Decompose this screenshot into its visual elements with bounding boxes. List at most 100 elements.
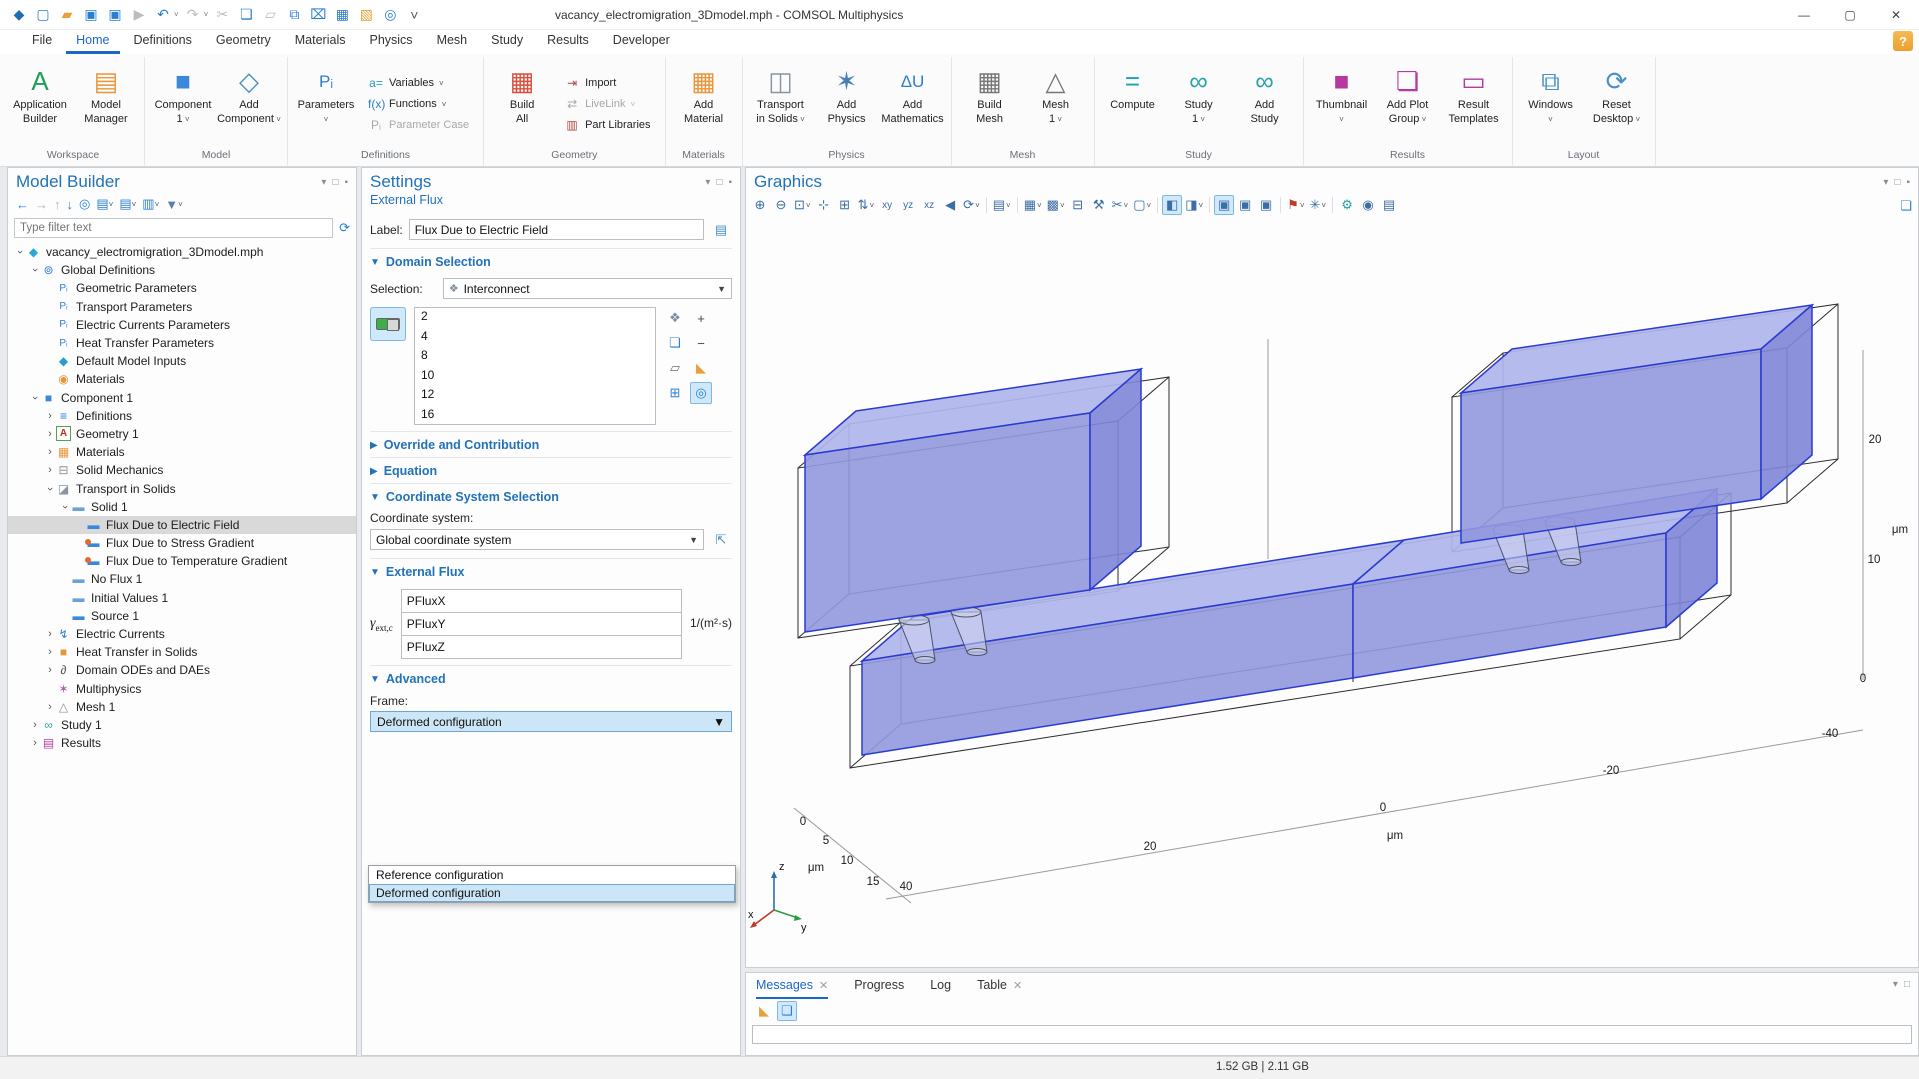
pan-button[interactable]: ⊹ <box>814 195 834 215</box>
tree-item-results[interactable]: ›▤Results <box>8 734 356 752</box>
active-toggle-button[interactable] <box>370 307 406 341</box>
add-component-button[interactable]: ◇AddComponent ˅ <box>217 59 281 149</box>
domain-list-item[interactable]: 8 <box>415 347 655 367</box>
zoom-out-button[interactable]: ⊖ <box>771 195 791 215</box>
flux-z-input[interactable] <box>401 635 682 659</box>
filter-button[interactable]: ▼˅ <box>163 196 185 213</box>
tab-log[interactable]: Log <box>930 973 951 999</box>
expand-arrow-icon[interactable]: › <box>29 392 41 404</box>
expand-arrow-icon[interactable]: › <box>14 246 26 258</box>
copy-selection-button[interactable]: ❏ <box>664 332 686 354</box>
collapse-all-button[interactable]: ▤˅ <box>94 195 115 213</box>
select-button[interactable]: ▢˅ <box>1131 195 1153 215</box>
go-to-yz-view-button[interactable]: yz <box>898 195 918 215</box>
move-up-button[interactable]: ↑ <box>52 196 63 213</box>
domain-selection-header[interactable]: ▼ Domain Selection <box>370 248 732 274</box>
domain-list-item[interactable]: 4 <box>415 328 655 348</box>
expand-arrow-icon[interactable]: › <box>44 483 56 495</box>
plot-panel-icon[interactable]: ❏ <box>1900 198 1912 214</box>
image-tools-button[interactable]: ⊟ <box>1068 195 1088 215</box>
thumbnail-button[interactable]: ■Thumbnail ˅ <box>1310 59 1374 149</box>
tree-item-flux-due-to-temperature-gradient[interactable]: ▬Flux Due to Temperature Gradient <box>8 552 356 570</box>
domain-list-item[interactable]: 10 <box>415 367 655 387</box>
material-rendering-button[interactable]: ▩˅ <box>1045 195 1067 215</box>
domain-list-item[interactable]: 2 <box>415 308 655 328</box>
close-tab-icon[interactable]: ✕ <box>819 979 828 992</box>
tree-item-initial-values-1[interactable]: ▬Initial Values 1 <box>8 589 356 607</box>
panel-float-icon[interactable]: □ <box>332 177 338 188</box>
application-builder-button[interactable]: AApplicationBuilder <box>8 59 72 149</box>
maximize-button[interactable]: ▢ <box>1827 0 1873 30</box>
zoom-in-button[interactable]: ⊕ <box>750 195 770 215</box>
tree-item-domain-odes-and-daes[interactable]: ›∂Domain ODEs and DAEs <box>8 661 356 679</box>
tree-item-solid-1[interactable]: ›▬Solid 1 <box>8 498 356 516</box>
scene-settings-button[interactable]: ⚙ <box>1337 195 1357 215</box>
tree-item-geometry-1[interactable]: ›AGeometry 1 <box>8 425 356 443</box>
tree-item-flux-due-to-electric-field[interactable]: ▬Flux Due to Electric Field <box>8 516 356 534</box>
tree-item-study-1[interactable]: ›∞Study 1 <box>8 716 356 734</box>
expand-all-button[interactable]: ▤˅ <box>117 195 138 213</box>
select-box-button[interactable]: ▦ <box>331 4 353 26</box>
tree-item-materials[interactable]: ›▦Materials <box>8 443 356 461</box>
tree-item-electric-currents[interactable]: ›↯Electric Currents <box>8 625 356 643</box>
collapse-arrow-icon[interactable]: › <box>44 628 56 640</box>
panel-pin-icon[interactable]: ▪ <box>344 177 348 188</box>
expand-arrow-icon[interactable]: › <box>29 264 41 276</box>
flux-x-input[interactable] <box>401 589 682 613</box>
panel-pin-icon[interactable]: ▪ <box>728 177 732 188</box>
show-messages-button[interactable]: ❏ <box>777 1001 797 1021</box>
clear-messages-button[interactable]: ◣ <box>754 1001 774 1021</box>
show-button[interactable]: ◎ <box>77 195 92 213</box>
zoom-box-button[interactable]: ⊞ <box>835 195 855 215</box>
close-tab-icon[interactable]: ✕ <box>1013 979 1022 992</box>
view-panel-2-button[interactable]: ▣ <box>1235 195 1255 215</box>
color-theme-button[interactable]: ▦˅ <box>1022 195 1044 215</box>
tree-item-electric-currents-parameters[interactable]: PᵢElectric Currents Parameters <box>8 316 356 334</box>
frame-option-deformed[interactable]: Deformed configuration <box>369 884 735 902</box>
transparency-button[interactable]: ◧ <box>1162 195 1182 215</box>
menu-definitions[interactable]: Definitions <box>124 30 202 54</box>
result-templates-button[interactable]: ▭ResultTemplates <box>1442 59 1506 149</box>
close-button[interactable]: ✕ <box>1873 0 1919 30</box>
zoom-extents-button[interactable]: ⊡˅ <box>792 195 813 215</box>
menu-home[interactable]: Home <box>66 30 119 54</box>
advanced-header[interactable]: ▼ Advanced <box>370 665 732 691</box>
study-1-button[interactable]: ∞Study1 ˅ <box>1167 59 1231 149</box>
back-button[interactable]: ← <box>14 196 31 213</box>
collapse-arrow-icon[interactable]: › <box>44 701 56 713</box>
go-to-xz-view-button[interactable]: xz <box>919 195 939 215</box>
help-button[interactable]: ? <box>1893 31 1913 51</box>
create-selection-button[interactable]: ❖ <box>664 307 686 329</box>
model-tree-node-text-button[interactable]: ▥˅ <box>140 195 161 213</box>
add-study-button[interactable]: ∞AddStudy <box>1233 59 1297 149</box>
rename-button[interactable]: ▤ <box>710 219 732 240</box>
tree-item-materials[interactable]: ◉Materials <box>8 370 356 388</box>
add-to-selection-button[interactable]: + <box>690 307 712 329</box>
tree-item-geometric-parameters[interactable]: PᵢGeometric Parameters <box>8 279 356 297</box>
open-file-button[interactable]: ▰ <box>56 4 78 26</box>
collapse-arrow-icon[interactable]: › <box>44 446 56 458</box>
coordinate-system-combobox[interactable]: Global coordinate system ▼ <box>370 529 704 550</box>
mesh-1-button[interactable]: △Mesh1 ˅ <box>1024 59 1088 149</box>
copy-button[interactable]: ❏ <box>235 4 257 26</box>
panel-pin-icon[interactable]: ▪ <box>1906 177 1910 188</box>
go-to-source-button[interactable]: ⇱ <box>710 529 732 550</box>
panel-float-icon[interactable]: □ <box>1904 979 1910 990</box>
panel-menu-icon[interactable]: ▾ <box>1883 177 1888 188</box>
label-input[interactable] <box>409 219 704 240</box>
menu-study[interactable]: Study <box>481 30 533 54</box>
selection-combobox[interactable]: ❖ Interconnect ▼ <box>443 278 732 299</box>
tree-item-default-model-inputs[interactable]: ◆Default Model Inputs <box>8 352 356 370</box>
menu-results[interactable]: Results <box>537 30 599 54</box>
scene-light-button[interactable]: ▤˅ <box>991 195 1013 215</box>
panel-menu-icon[interactable]: ▾ <box>1893 979 1898 990</box>
part-libraries-button[interactable]: ▥Part Libraries <box>560 116 654 134</box>
menu-mesh[interactable]: Mesh <box>427 30 478 54</box>
remove-from-selection-button[interactable]: − <box>690 332 712 354</box>
tree-item-multiphysics[interactable]: ✶Multiphysics <box>8 680 356 698</box>
show-selection-button[interactable]: ◎ <box>690 382 712 404</box>
menu-materials[interactable]: Materials <box>285 30 356 54</box>
domain-list[interactable]: 248101216 <box>414 307 656 425</box>
undo-button[interactable]: ↶ <box>152 4 174 26</box>
add-mathematics-button[interactable]: ΔUAddMathematics <box>881 59 945 149</box>
